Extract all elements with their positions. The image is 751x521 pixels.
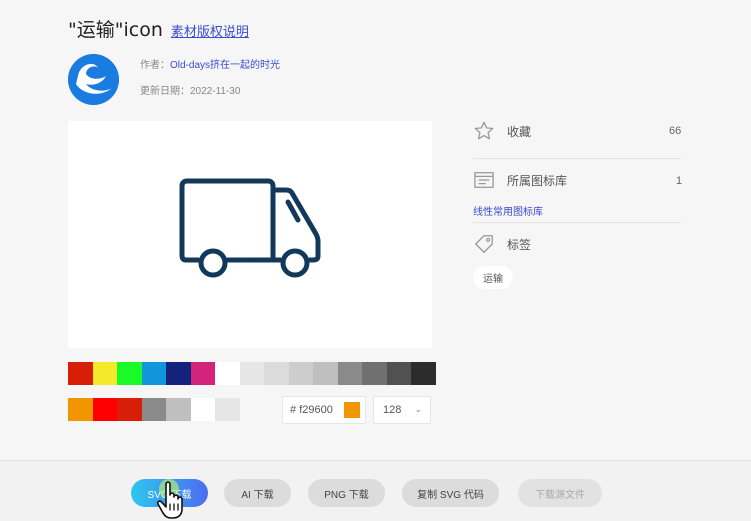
swatch-8a8a8a[interactable] <box>337 362 362 385</box>
swatch-e6e6e6-b[interactable] <box>215 398 240 421</box>
date-label: 更新日期： <box>140 86 190 97</box>
swatch-515151[interactable] <box>386 362 411 385</box>
swatch-d81e06[interactable] <box>68 362 93 385</box>
swatch-2c2c2c[interactable] <box>411 362 436 385</box>
author-line: 作者：Old-days挤在一起的时光 <box>140 56 280 71</box>
favorites-label: 收藏 <box>507 124 532 139</box>
png-download-button[interactable]: PNG 下载 <box>308 479 385 507</box>
swatch-bfbfbf-b[interactable] <box>166 398 191 421</box>
author-name-link[interactable]: Old-days挤在一起的时光 <box>170 60 280 71</box>
favorites-count: 66 <box>669 125 682 137</box>
size-select[interactable]: 128 ⌄ <box>373 396 431 424</box>
date-value: 2022-11-30 <box>190 86 241 97</box>
swatch-707070[interactable] <box>362 362 387 385</box>
swatch-d81e06-b[interactable] <box>117 398 142 421</box>
truck-icon <box>179 178 321 278</box>
title-row: "运输"icon 素材版权说明 <box>68 15 249 42</box>
page-title: "运输"icon <box>68 19 163 41</box>
avatar-bird-icon <box>68 54 119 105</box>
palette-row-1 <box>68 362 436 385</box>
hand-cursor-icon <box>156 479 183 519</box>
swatch-8a8a8a-b[interactable] <box>141 398 166 421</box>
ai-download-button[interactable]: AI 下载 <box>224 479 291 507</box>
copy-svg-code-button[interactable]: 复制 SVG 代码 <box>402 479 499 507</box>
divider <box>473 222 681 223</box>
library-link[interactable]: 线性常用图标库 <box>473 203 543 218</box>
update-date: 更新日期：2022-11-30 <box>140 82 240 97</box>
author-label: 作者： <box>140 60 170 71</box>
chevron-down-icon: ⌄ <box>414 404 422 414</box>
action-bar: SVG 下载 AI 下载 PNG 下载 复制 SVG 代码 下载源文件 <box>0 460 751 521</box>
favorites-row[interactable]: 收藏 <box>473 120 531 142</box>
swatch-cdcdcd[interactable] <box>288 362 313 385</box>
swatch-f29600[interactable] <box>68 398 93 421</box>
library-label: 所属图标库 <box>507 173 568 188</box>
size-value: 128 <box>383 404 402 416</box>
swatch-ff0000[interactable] <box>92 398 117 421</box>
library-icon <box>474 172 494 188</box>
hex-color-input[interactable]: # f29600 <box>282 396 366 424</box>
swatch-ffffff-b[interactable] <box>190 398 215 421</box>
library-row: 所属图标库 <box>473 170 567 190</box>
swatch-1afa29[interactable] <box>117 362 142 385</box>
swatch-bfbfbf[interactable] <box>313 362 338 385</box>
swatch-ffffff[interactable] <box>215 362 240 385</box>
swatch-13227a[interactable] <box>166 362 191 385</box>
license-link[interactable]: 素材版权说明 <box>171 21 249 40</box>
swatch-dbdbdb[interactable] <box>264 362 289 385</box>
tags-row: 标签 <box>473 233 531 255</box>
swatch-1296db[interactable] <box>141 362 166 385</box>
swatch-e6e6e6[interactable] <box>239 362 264 385</box>
tag-chip[interactable]: 运输 <box>473 266 513 289</box>
tag-icon <box>475 235 493 253</box>
divider <box>473 158 681 159</box>
library-count: 1 <box>676 175 683 187</box>
color-preview-chip[interactable] <box>344 402 360 418</box>
swatch-d4237a[interactable] <box>190 362 215 385</box>
download-source-button[interactable]: 下载源文件 <box>518 479 602 507</box>
page: "运输"icon 素材版权说明 作者：Old-days挤在一起的时光 更新日期：… <box>0 0 751 460</box>
palette-row-2 <box>68 398 240 421</box>
swatch-f4ea2a[interactable] <box>92 362 117 385</box>
avatar[interactable] <box>68 54 119 105</box>
hex-prefix: # <box>290 404 297 416</box>
tags-label: 标签 <box>507 237 532 252</box>
icon-preview <box>68 121 432 348</box>
star-icon <box>474 121 494 140</box>
hex-value: f29600 <box>299 404 333 416</box>
